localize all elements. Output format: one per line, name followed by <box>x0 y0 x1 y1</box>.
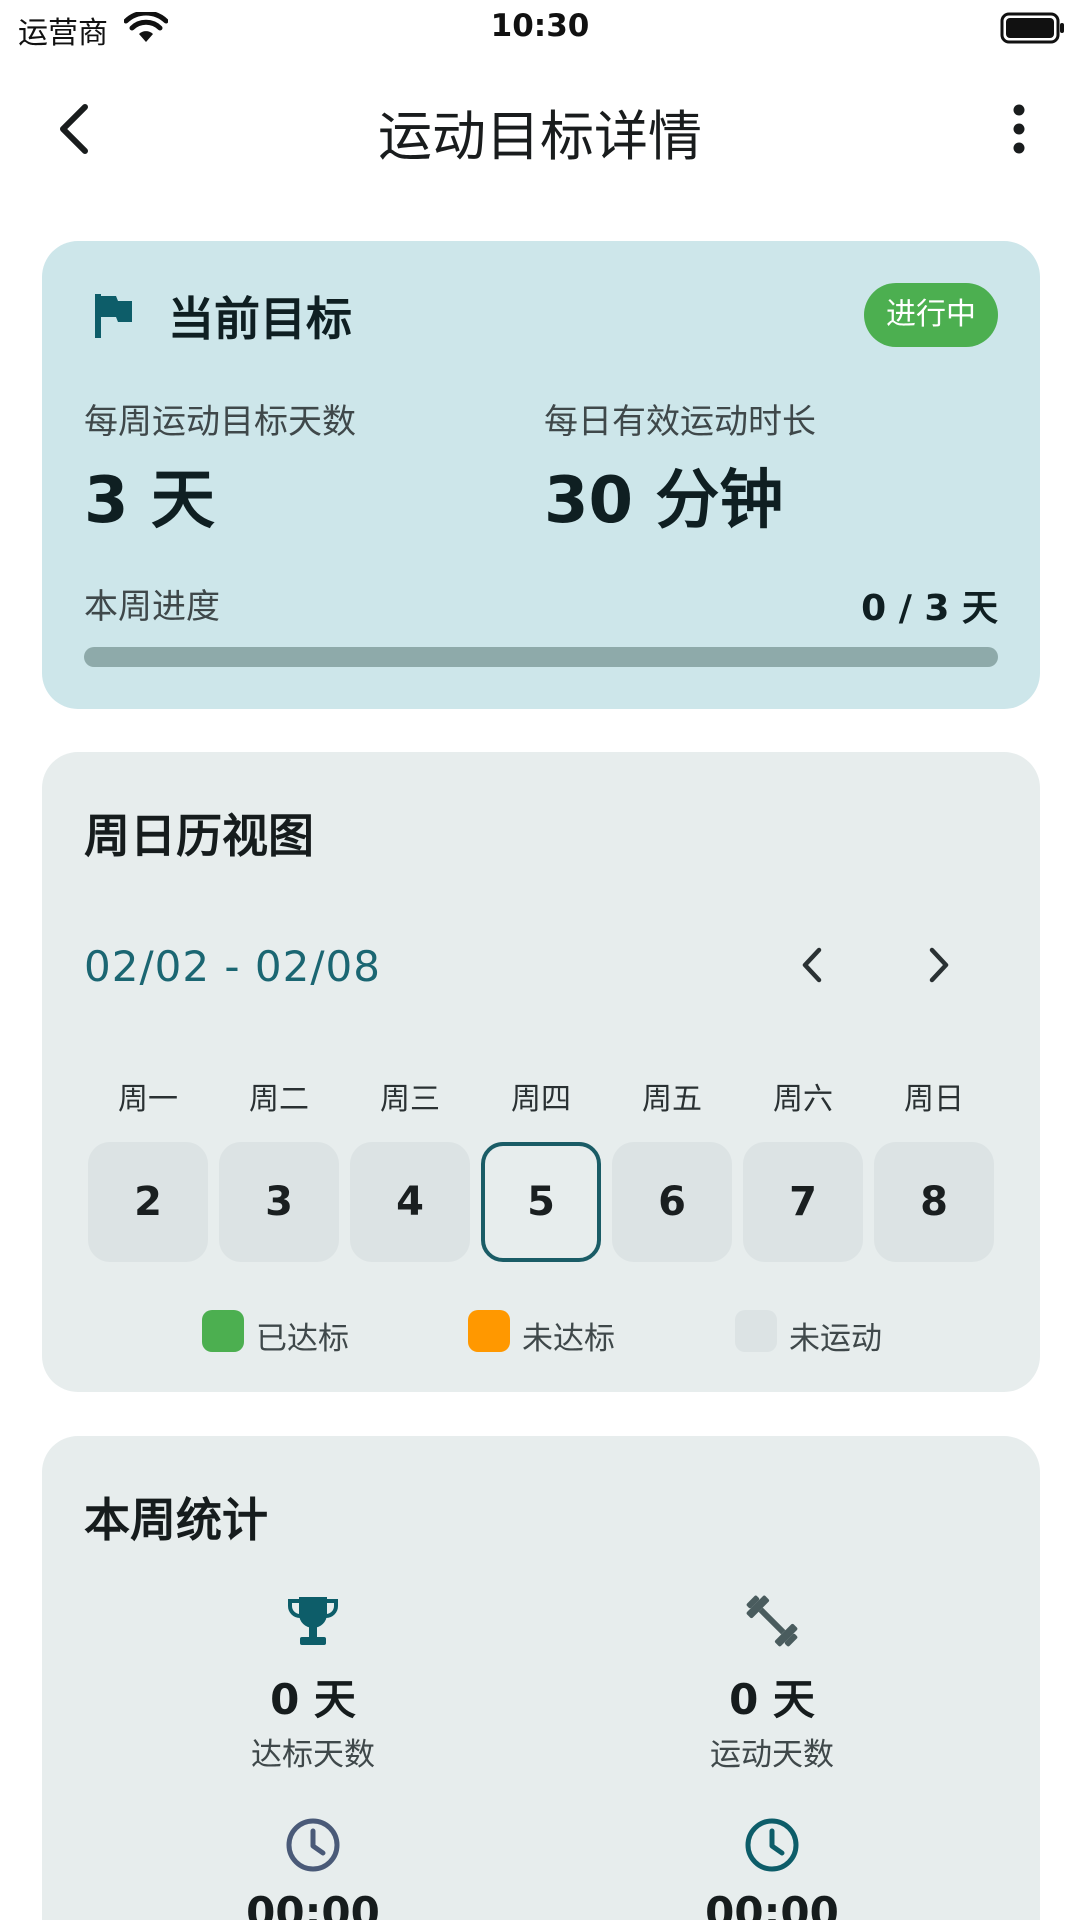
next-week-button[interactable] <box>904 930 974 1000</box>
exercise-days-value: 0 天 <box>729 1675 815 1724</box>
week-calendar-card: 周日历视图 02/02 - 02/08 周一 周二 周三 周四 周五 周六 周日 23456… <box>42 752 1040 1392</box>
progress-bar <box>84 647 998 667</box>
day-cell[interactable]: 7 <box>743 1142 863 1262</box>
weekly-stats-card: 本周统计 0 天 达标天数 0 天 运动天数 00:00 00:00 <box>42 1436 1040 1920</box>
week-range: 02/02 - 02/08 <box>84 942 381 991</box>
app-bar: 运动目标详情 <box>0 70 1080 180</box>
weekday-label: 周二 <box>249 1082 309 1117</box>
qualified-days-label: 达标天数 <box>251 1737 375 1773</box>
dumbbell-icon <box>737 1586 807 1656</box>
weekday-label: 周六 <box>773 1082 833 1117</box>
weekday-label: 周三 <box>380 1082 440 1117</box>
day-cell[interactable]: 3 <box>219 1142 339 1262</box>
page-title: 运动目标详情 <box>378 105 702 168</box>
weekday-label: 周一 <box>118 1082 178 1117</box>
qualified-days-value: 0 天 <box>270 1675 356 1724</box>
average-duration-value: 00:00 <box>705 1888 839 1920</box>
progress-value: 0 / 3 天 <box>861 588 998 629</box>
day-cell[interactable]: 2 <box>88 1142 208 1262</box>
weekday-label: 周日 <box>904 1082 964 1117</box>
status-badge: 进行中 <box>864 283 998 347</box>
stats-section-title: 本周统计 <box>84 1493 268 1547</box>
chevron-left-icon <box>802 947 822 983</box>
chevron-right-icon <box>929 947 949 983</box>
legend-no-exercise-label: 未运动 <box>789 1321 882 1357</box>
daily-duration-value: 30 分钟 <box>544 464 784 538</box>
legend-unqualified-label: 未达标 <box>522 1321 615 1357</box>
day-cell[interactable]: 6 <box>612 1142 732 1262</box>
goal-title: 当前目标 <box>168 292 352 346</box>
daily-duration-label: 每日有效运动时长 <box>544 402 816 442</box>
weekday-label: 周五 <box>642 1082 702 1117</box>
day-cell[interactable]: 8 <box>874 1142 994 1262</box>
total-duration-value: 00:00 <box>246 1888 380 1920</box>
current-goal-card: 当前目标 进行中 每周运动目标天数 3 天 每日有效运动时长 30 分钟 本周进… <box>42 241 1040 709</box>
clock-icon <box>737 1810 807 1880</box>
status-bar: 运营商 10:30 <box>0 0 1080 56</box>
previous-week-button[interactable] <box>777 930 847 1000</box>
legend-no-exercise-swatch <box>735 1310 777 1352</box>
calendar-section-title: 周日历视图 <box>84 809 314 863</box>
legend-qualified-label: 已达标 <box>256 1321 349 1357</box>
clock-icon <box>278 1810 348 1880</box>
more-options-button[interactable] <box>984 94 1054 164</box>
weekday-label: 周四 <box>511 1082 571 1117</box>
exercise-days-label: 运动天数 <box>710 1737 834 1773</box>
more-vert-icon <box>1013 104 1025 154</box>
weekly-days-label: 每周运动目标天数 <box>84 402 356 442</box>
progress-label: 本周进度 <box>84 587 220 627</box>
trophy-icon <box>278 1586 348 1656</box>
flag-icon <box>92 292 136 344</box>
weekly-days-value: 3 天 <box>84 464 215 538</box>
legend-unqualified-swatch <box>468 1310 510 1352</box>
status-time: 10:30 <box>490 8 590 44</box>
day-cell[interactable]: 4 <box>350 1142 470 1262</box>
battery-icon <box>1000 12 1066 48</box>
legend-qualified-swatch <box>202 1310 244 1352</box>
day-cell-today[interactable]: 5 <box>481 1142 601 1262</box>
